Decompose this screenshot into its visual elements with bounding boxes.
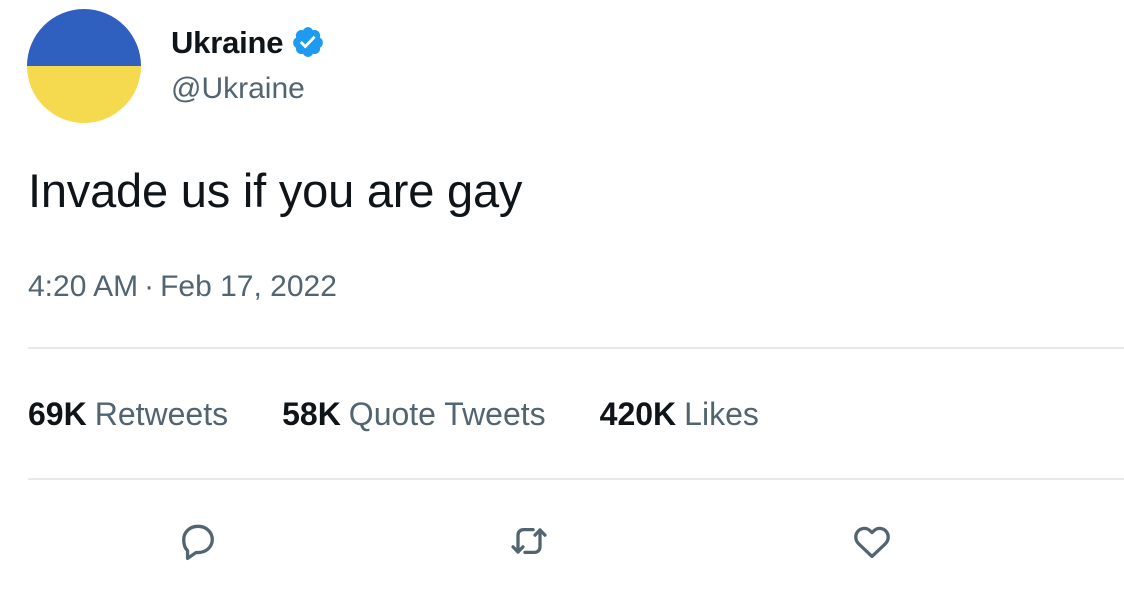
- engagement-stats: 69K Retweets 58K Quote Tweets 420K Likes: [28, 398, 813, 430]
- reply-icon: [182, 524, 214, 561]
- retweets-count: 69K: [28, 396, 87, 432]
- tweet-card: Ukraine @Ukraine Invade us if you are ga…: [0, 0, 1124, 592]
- quote-tweets-label: Quote Tweets: [348, 396, 546, 432]
- like-button[interactable]: [846, 515, 898, 567]
- tweet-time: 4:20 AM: [28, 270, 139, 303]
- divider-bottom: [28, 478, 1124, 480]
- tweet-text: Invade us if you are gay: [28, 164, 523, 217]
- user-handle[interactable]: @Ukraine: [171, 74, 305, 104]
- reply-button[interactable]: [172, 515, 224, 567]
- verified-badge-icon: [293, 27, 324, 57]
- tweet-timestamp[interactable]: 4:20 AM · Feb 17, 2022: [28, 272, 337, 302]
- display-name[interactable]: Ukraine: [171, 27, 284, 58]
- timestamp-separator: ·: [144, 270, 155, 303]
- like-icon: [854, 526, 890, 559]
- retweets-stat[interactable]: 69K Retweets: [28, 398, 228, 430]
- quote-tweets-count: 58K: [282, 396, 341, 432]
- likes-stat[interactable]: 420K Likes: [600, 398, 759, 430]
- retweet-icon: [511, 527, 547, 555]
- retweets-label: Retweets: [94, 396, 229, 432]
- author-name-row: Ukraine: [171, 22, 325, 62]
- divider-top: [28, 347, 1124, 349]
- likes-label: Likes: [684, 396, 759, 432]
- quote-tweets-stat[interactable]: 58K Quote Tweets: [282, 398, 546, 430]
- likes-count: 420K: [599, 396, 677, 432]
- tweet-date: Feb 17, 2022: [160, 270, 337, 303]
- avatar[interactable]: [27, 9, 141, 123]
- retweet-button[interactable]: [503, 515, 555, 567]
